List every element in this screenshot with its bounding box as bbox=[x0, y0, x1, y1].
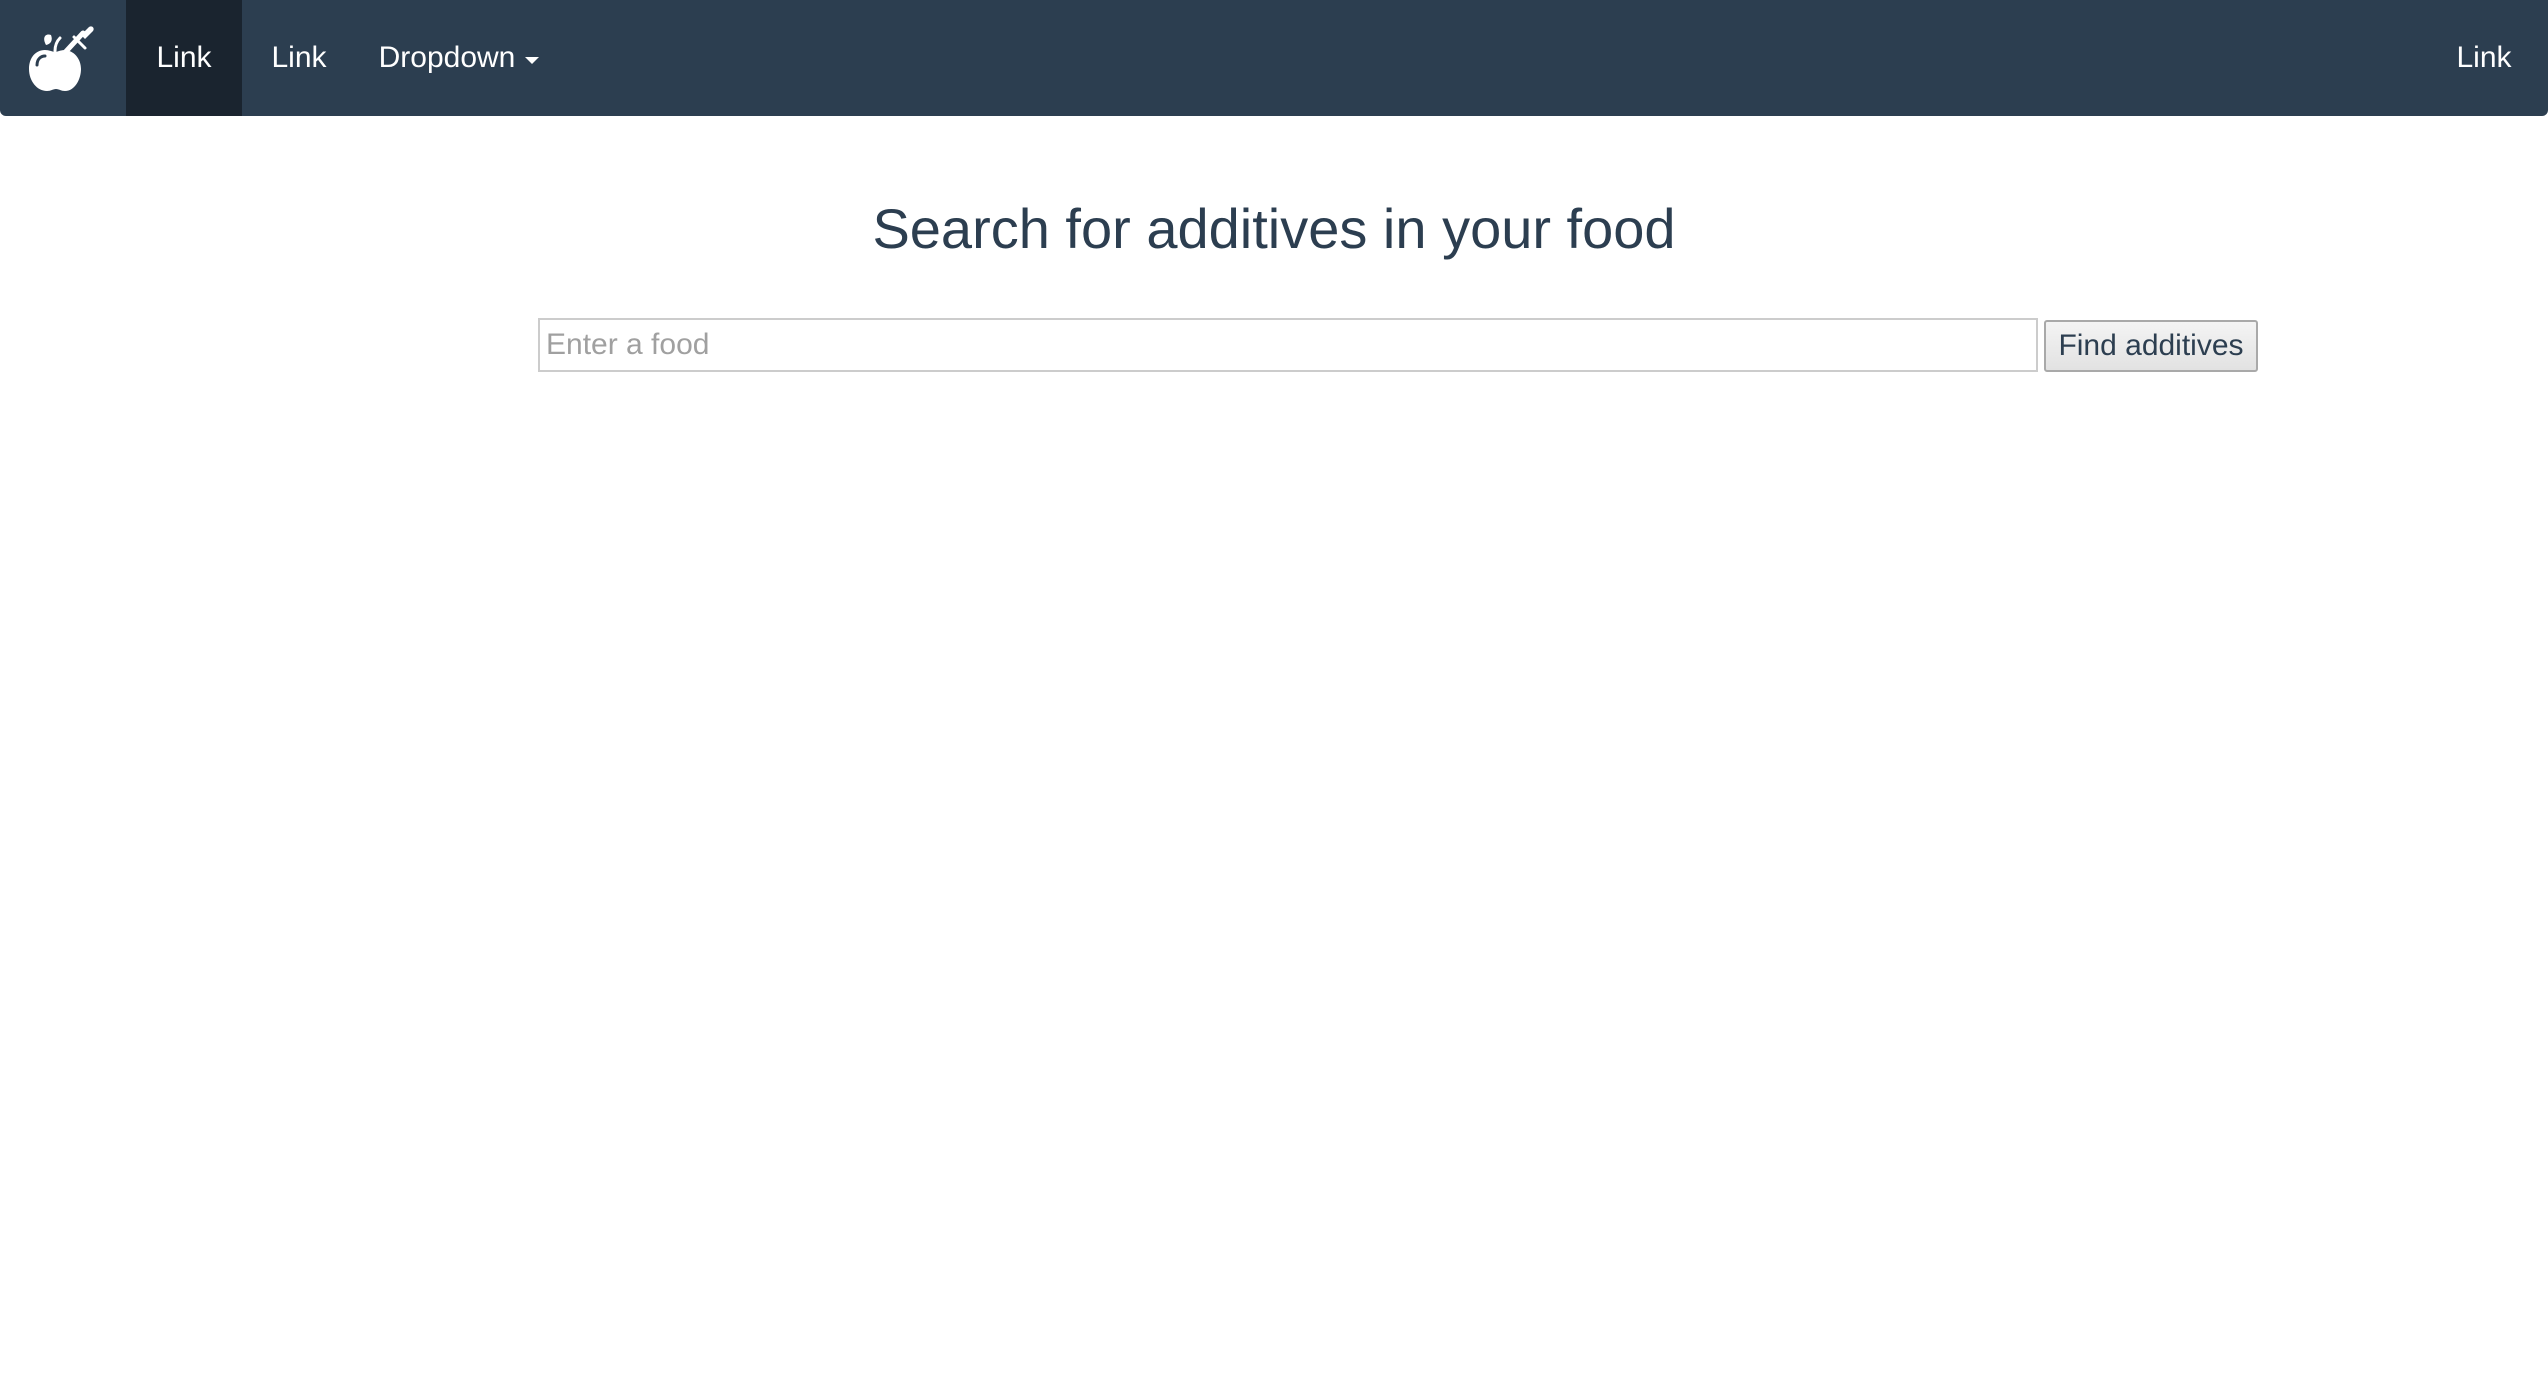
nav-link-right-label: Link bbox=[2456, 41, 2512, 74]
food-search-input[interactable] bbox=[538, 318, 2038, 372]
page-title: Search for additives in your food bbox=[872, 197, 1676, 260]
nav-dropdown[interactable]: Dropdown bbox=[356, 0, 562, 116]
nav-link-1[interactable]: Link bbox=[126, 0, 242, 116]
nav-link-right[interactable]: Link bbox=[2420, 0, 2548, 116]
apple-with-pen-icon bbox=[29, 26, 94, 91]
nav-dropdown-label: Dropdown bbox=[378, 41, 516, 74]
caret-down-icon bbox=[525, 56, 540, 64]
nav-link-2[interactable]: Link bbox=[242, 0, 356, 116]
find-additives-button[interactable]: Find additives bbox=[2044, 320, 2258, 372]
top-navbar: Link Link Dropdown Link bbox=[0, 0, 2548, 116]
brand-logo-link[interactable] bbox=[0, 0, 126, 116]
nav-link-2-label: Link bbox=[271, 41, 327, 74]
nav-link-1-label: Link bbox=[156, 41, 212, 74]
